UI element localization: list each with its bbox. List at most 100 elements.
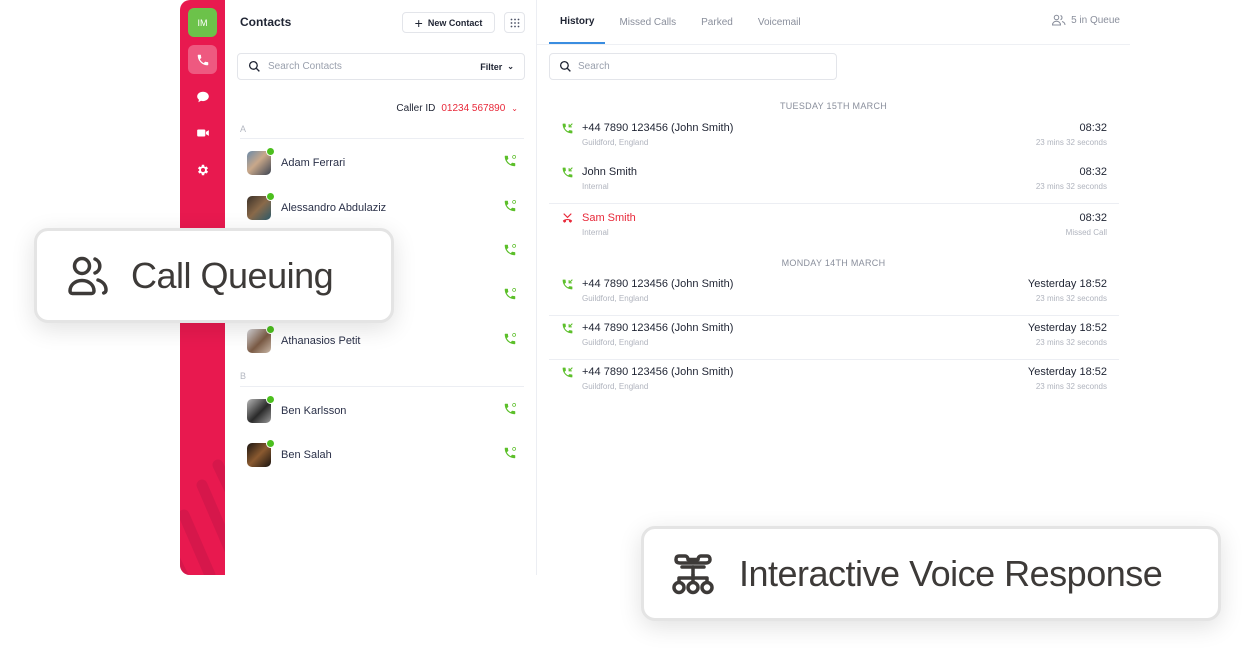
search-icon [248,60,260,72]
call-contact-button[interactable] [503,446,517,465]
gear-icon [197,164,208,175]
call-time: Yesterday 18:52 [1027,366,1107,378]
call-location: Guildford, England [582,382,649,391]
call-duration: 23 mins 32 seconds [1035,138,1107,147]
contact-row[interactable]: Ben Karlsson [247,395,517,426]
call-time: Yesterday 18:52 [1027,322,1107,334]
day-header: TUESDAY 15TH MARCH [779,101,888,111]
contact-avatar [247,192,275,220]
call-time: 08:32 [1079,122,1107,134]
new-contact-button[interactable]: + New Contact [402,12,495,33]
contact-row[interactable]: Adam Ferrari [247,147,517,178]
incoming-call-icon [562,367,573,378]
chevron-down-icon: ⌄ [507,62,514,71]
contact-name: Ben Karlsson [281,405,347,417]
contact-row[interactable]: Athanasios Petit [247,325,517,356]
section-divider [240,138,524,139]
call-contact-button[interactable] [503,402,517,421]
dialpad-button[interactable] [504,12,525,33]
chevron-down-icon: ⌄ [511,104,518,113]
users-icon [1052,14,1066,26]
call-duration: 23 mins 32 seconds [1035,182,1107,191]
ivr-badge: Interactive Voice Response [641,526,1221,621]
call-history-row[interactable]: +44 7890 123456 (John Smith) Guildford, … [549,316,1119,360]
search-contacts-field[interactable]: Filter ⌄ [237,53,525,80]
call-name: +44 7890 123456 (John Smith) [582,366,734,378]
call-history-row[interactable]: John Smith Internal 08:32 23 mins 32 sec… [549,160,1119,204]
rail-phone-button[interactable] [188,45,217,74]
ivr-tree-icon [672,553,714,594]
user-avatar[interactable]: IM [188,8,217,37]
filter-dropdown[interactable]: Filter ⌄ [480,62,514,72]
call-location: Guildford, England [582,338,649,347]
contact-row[interactable]: Ben Salah [247,439,517,470]
call-duration: 23 mins 32 seconds [1035,382,1107,391]
call-queuing-badge: Call Queuing [34,228,394,323]
call-time: 08:32 [1079,166,1107,178]
call-queuing-label: Call Queuing [131,254,334,296]
search-history-input[interactable] [578,61,827,72]
contact-name: Adam Ferrari [281,157,346,169]
contact-avatar [247,439,275,467]
call-time: 08:32 [1079,212,1107,224]
incoming-call-icon [562,279,573,290]
queue-count-label: 5 in Queue [1071,14,1120,26]
rail-chat-button[interactable] [188,82,217,111]
history-panel: History Missed Calls Parked Voicemail 5 … [537,0,1130,575]
tab-missed-calls[interactable]: Missed Calls [608,0,687,44]
online-status-dot [266,439,275,448]
incoming-call-icon [562,123,573,134]
call-contact-button[interactable] [503,243,517,262]
chat-icon [196,91,209,102]
call-history-row[interactable]: Sam Smith Internal 08:32 Missed Call [549,206,1119,250]
phone-icon [504,154,516,166]
caller-id-selector[interactable]: Caller ID 01234 567890 ⌄ [396,103,518,114]
missed-call-icon [562,213,573,223]
online-status-dot [266,192,275,201]
tab-voicemail[interactable]: Voicemail [747,0,812,44]
call-name: Sam Smith [582,212,636,224]
online-status-dot [266,325,275,334]
incoming-call-icon [562,323,573,334]
plus-icon: + [414,14,423,31]
dialpad-icon [510,18,519,27]
queue-indicator[interactable]: 5 in Queue [1052,14,1120,26]
call-location: Internal [582,228,609,237]
phone-icon [504,287,516,299]
section-divider [240,386,524,387]
call-location: Internal [582,182,609,191]
contact-avatar [247,395,275,423]
rail-decoration [180,459,225,575]
search-history-field[interactable] [549,53,837,80]
rail-settings-button[interactable] [188,155,217,184]
tabs-divider [537,44,1130,45]
phone-icon [197,54,208,65]
section-letter: A [240,124,247,134]
phone-icon [504,199,516,211]
call-name: +44 7890 123456 (John Smith) [582,122,734,134]
call-name: +44 7890 123456 (John Smith) [582,278,734,290]
online-status-dot [266,147,275,156]
call-duration: 23 mins 32 seconds [1035,338,1107,347]
users-icon [68,256,108,295]
contact-name: Athanasios Petit [281,335,361,347]
phone-icon [504,402,516,414]
call-location: Guildford, England [582,294,649,303]
call-history-row[interactable]: +44 7890 123456 (John Smith) Guildford, … [549,360,1119,404]
tab-history[interactable]: History [549,0,606,44]
call-contact-button[interactable] [503,199,517,218]
search-contacts-input[interactable] [268,61,481,72]
call-history-row[interactable]: +44 7890 123456 (John Smith) Guildford, … [549,116,1119,160]
rail-video-button[interactable] [188,118,217,147]
contact-name: Alessandro Abdulaziz [281,202,387,214]
call-contact-button[interactable] [503,154,517,173]
search-icon [559,60,571,72]
history-tabs: History Missed Calls Parked Voicemail [549,0,815,44]
contact-row[interactable]: Alessandro Abdulaziz [247,192,517,223]
call-history-row[interactable]: +44 7890 123456 (John Smith) Guildford, … [549,272,1119,316]
contact-avatar [247,325,275,353]
call-duration: Missed Call [1065,228,1107,237]
call-contact-button[interactable] [503,287,517,306]
tab-parked[interactable]: Parked [690,0,744,44]
call-contact-button[interactable] [503,332,517,351]
